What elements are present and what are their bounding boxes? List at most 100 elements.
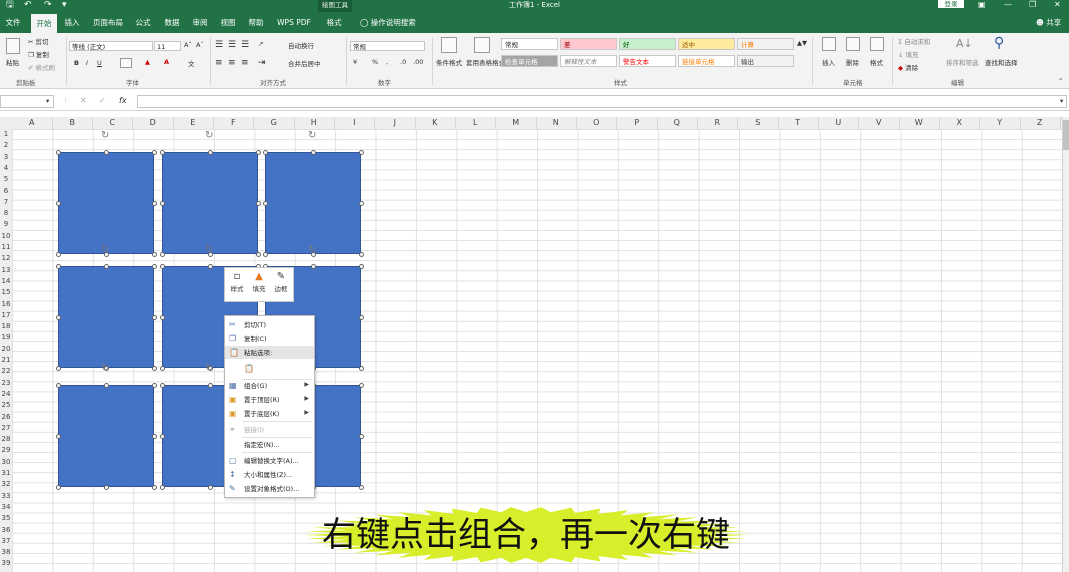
- autosum-button[interactable]: Σ 自动求和: [898, 36, 930, 46]
- menu-item-format-object[interactable]: ✎ 设置对象格式(O)...: [225, 482, 314, 495]
- menu-item-size-properties[interactable]: ↕ 大小和属性(Z)...: [225, 468, 314, 481]
- align-left-icon[interactable]: ≡: [215, 58, 223, 68]
- row-header[interactable]: 35: [0, 513, 12, 523]
- number-format-dropdown[interactable]: 常规: [350, 41, 425, 51]
- format-painter-button[interactable]: ✐ 格式刷: [28, 62, 55, 72]
- row-header[interactable]: 32: [0, 479, 12, 489]
- column-header[interactable]: U: [819, 117, 859, 129]
- menu-item-assign-macro[interactable]: 指定宏(N)...: [225, 438, 314, 451]
- restore-icon[interactable]: ❐: [1029, 0, 1036, 10]
- borders-icon[interactable]: [120, 58, 132, 68]
- row-header[interactable]: 29: [0, 445, 12, 455]
- style-calculation[interactable]: 计算: [737, 38, 794, 50]
- column-header[interactable]: O: [577, 117, 617, 129]
- menu-item-paste-options[interactable]: 📋 粘贴选项:: [225, 346, 314, 359]
- row-header[interactable]: 21: [0, 355, 12, 365]
- name-box-dropdown-icon[interactable]: ▾: [46, 97, 49, 105]
- decrease-decimal-icon[interactable]: .00: [413, 58, 423, 66]
- row-header[interactable]: 26: [0, 412, 12, 422]
- scrollbar-thumb[interactable]: [1063, 120, 1069, 150]
- italic-button[interactable]: I: [86, 59, 88, 67]
- mini-outline-button[interactable]: ✎ 边框: [271, 271, 291, 293]
- style-gallery-scroll-icon[interactable]: ▲▼: [797, 39, 807, 47]
- column-header[interactable]: P: [617, 117, 658, 129]
- table-format-icon[interactable]: [474, 37, 490, 53]
- column-header[interactable]: L: [456, 117, 496, 129]
- tell-me-search[interactable]: ◯ 操作说明搜索: [360, 12, 416, 33]
- menu-item-send-to-back[interactable]: ▣ 置于底层(K) ▶: [225, 407, 314, 420]
- row-header[interactable]: 28: [0, 434, 12, 444]
- find-select-label[interactable]: 查找和选择: [985, 57, 1018, 67]
- style-linked-cell[interactable]: 链接单元格: [678, 55, 735, 67]
- row-header[interactable]: 27: [0, 423, 12, 433]
- row-header[interactable]: 33: [0, 491, 12, 501]
- row-header[interactable]: 25: [0, 400, 12, 410]
- mini-fill-button[interactable]: ▲ 填充: [249, 271, 269, 293]
- format-cells-label[interactable]: 格式: [870, 57, 883, 67]
- tab-review[interactable]: 审阅: [189, 12, 211, 33]
- conditional-format-icon[interactable]: [441, 37, 457, 53]
- style-output[interactable]: 输出: [737, 55, 794, 67]
- tab-page-layout[interactable]: 页面布局: [90, 12, 126, 33]
- vertical-scrollbar[interactable]: [1062, 117, 1069, 572]
- insert-cells-icon[interactable]: [822, 37, 836, 51]
- paste-label[interactable]: 粘贴: [6, 57, 19, 67]
- column-header[interactable]: T: [778, 117, 819, 129]
- table-format-label[interactable]: 套用表格格式: [466, 57, 505, 67]
- column-header[interactable]: H: [294, 117, 335, 129]
- align-center-icon[interactable]: ≡: [228, 58, 236, 68]
- row-header[interactable]: 4: [0, 163, 12, 173]
- row-header[interactable]: 3: [0, 152, 12, 162]
- tab-view[interactable]: 视图: [217, 12, 239, 33]
- font-name-dropdown[interactable]: 等线 (正文): [69, 41, 153, 51]
- row-header[interactable]: 22: [0, 366, 12, 376]
- enter-icon[interactable]: ✓: [99, 96, 106, 105]
- formula-input[interactable]: [137, 95, 1067, 108]
- sort-filter-icon[interactable]: A↓: [956, 37, 973, 50]
- row-header[interactable]: 36: [0, 525, 12, 535]
- column-header[interactable]: R: [698, 117, 738, 129]
- phonetic-icon[interactable]: 文: [188, 58, 195, 68]
- row-header[interactable]: 10: [0, 231, 12, 241]
- percent-icon[interactable]: %: [372, 58, 378, 66]
- align-right-icon[interactable]: ≡: [241, 58, 249, 68]
- column-header[interactable]: J: [375, 117, 416, 129]
- row-header[interactable]: 30: [0, 457, 12, 467]
- fill-button[interactable]: ↓ 填充: [898, 49, 919, 59]
- font-size-dropdown[interactable]: 11: [154, 41, 181, 51]
- row-header[interactable]: 15: [0, 287, 12, 297]
- tab-insert[interactable]: 插入: [60, 12, 84, 33]
- column-header[interactable]: K: [415, 117, 456, 129]
- expand-formula-icon[interactable]: ▾: [1060, 97, 1063, 105]
- menu-item-group[interactable]: ▦ 组合(G) ▶: [225, 379, 314, 392]
- paste-icon[interactable]: [6, 38, 20, 54]
- style-bad[interactable]: 差: [560, 38, 617, 50]
- row-header[interactable]: 7: [0, 197, 12, 207]
- tab-wps-pdf[interactable]: WPS PDF: [274, 12, 314, 33]
- clipboard-icon[interactable]: 📋: [244, 363, 254, 374]
- tab-help[interactable]: 帮助: [245, 12, 267, 33]
- bold-button[interactable]: B: [74, 59, 79, 67]
- tab-data[interactable]: 数据: [161, 12, 183, 33]
- tab-format[interactable]: 格式: [322, 12, 346, 33]
- column-header[interactable]: D: [133, 117, 174, 129]
- style-good[interactable]: 好: [619, 38, 676, 50]
- column-header[interactable]: X: [940, 117, 980, 129]
- style-check-cell[interactable]: 检查单元格: [501, 55, 558, 67]
- insert-cells-label[interactable]: 插入: [822, 57, 835, 67]
- row-header[interactable]: 19: [0, 332, 12, 342]
- sort-filter-label[interactable]: 排序和筛选: [946, 57, 979, 67]
- fill-color-icon[interactable]: ▲: [145, 58, 150, 66]
- mini-style-button[interactable]: ▫ 样式: [227, 271, 247, 293]
- row-header[interactable]: 9: [0, 219, 12, 229]
- row-header[interactable]: 23: [0, 378, 12, 388]
- style-normal[interactable]: 常规: [501, 38, 558, 50]
- row-header[interactable]: 38: [0, 547, 12, 557]
- column-header[interactable]: V: [859, 117, 900, 129]
- column-header[interactable]: S: [738, 117, 779, 129]
- wrap-text-button[interactable]: 自动换行: [288, 40, 314, 50]
- cut-button[interactable]: ✂ 剪切: [28, 36, 49, 46]
- merge-center-button[interactable]: 合并后居中: [288, 58, 321, 68]
- column-header[interactable]: M: [496, 117, 537, 129]
- row-header[interactable]: 31: [0, 468, 12, 478]
